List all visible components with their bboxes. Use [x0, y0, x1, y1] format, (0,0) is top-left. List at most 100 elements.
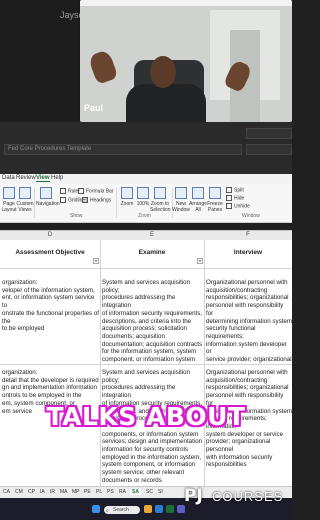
freeze-panes-button[interactable]: Freeze Panes — [206, 187, 224, 213]
sheet-tab-cm[interactable]: CM — [15, 489, 23, 495]
tab-view[interactable]: View — [36, 175, 50, 182]
arrange-all-icon — [192, 187, 204, 199]
column-header-f[interactable]: F — [204, 232, 292, 238]
zoom-icon — [121, 187, 133, 199]
ruler-checkbox[interactable]: Ruler — [60, 188, 80, 194]
filter-dropdown-icon[interactable]: ▾ — [93, 258, 99, 264]
freeze-panes-icon — [209, 187, 221, 199]
template-field[interactable]: Fed Core Procedures Template — [4, 144, 242, 155]
ribbon-separator — [116, 188, 117, 218]
gridlines-checkbox-box — [60, 197, 66, 203]
page-layout-label: Page Layout — [1, 201, 17, 213]
hide-button[interactable]: Hide — [226, 195, 244, 201]
sheet-tab-ra[interactable]: RA — [119, 489, 126, 495]
split-button[interactable]: Split — [226, 187, 244, 193]
background-app-strip: Fed Core Procedures Template — [0, 122, 292, 174]
zoom-group-label: Zoom — [138, 213, 151, 219]
grid-line — [100, 240, 101, 486]
participant-video — [80, 0, 292, 122]
cell-row1-objective[interactable]: organization: veloper of the information… — [2, 279, 99, 363]
tab-data[interactable]: Data — [2, 175, 15, 181]
new-window-icon — [175, 187, 187, 199]
sheet-tab-si[interactable]: SI — [158, 489, 163, 495]
left-participant-tile: Jayse — [0, 0, 84, 128]
arrange-all-label: Arrange All — [189, 201, 207, 213]
cell-row1-examine[interactable]: System and services acquisition policy; … — [102, 279, 203, 363]
taskbar-search-label: Search — [113, 507, 129, 513]
grid-line — [0, 268, 292, 269]
sheet-tab-ma[interactable]: MA — [60, 489, 68, 495]
split-label: Split — [234, 187, 244, 194]
header-interview[interactable]: Interview — [204, 249, 292, 256]
zoom-100-label: 100% — [136, 201, 150, 207]
person-head — [150, 56, 176, 88]
split-icon — [226, 187, 232, 193]
ruler-checkbox-box — [60, 188, 66, 194]
ribbon-separator — [34, 188, 35, 218]
sheet-tab-mp[interactable]: MP — [72, 489, 80, 495]
file-explorer-icon[interactable] — [144, 505, 152, 513]
zoom-to-selection-label: Zoom to Selection — [150, 201, 171, 213]
teams-icon[interactable] — [177, 505, 185, 513]
dropdown-field[interactable] — [246, 128, 292, 139]
zoom-to-selection-button[interactable]: Zoom to Selection — [150, 187, 171, 213]
sheet-tab-ia[interactable]: IA — [40, 489, 45, 495]
tab-review[interactable]: Review — [16, 175, 36, 181]
tab-help[interactable]: Help — [51, 175, 63, 181]
dropdown-field-2[interactable] — [246, 144, 292, 155]
pj-courses-logo: PJ COURSES — [184, 486, 288, 506]
logo-pj-text: PJ — [184, 486, 203, 506]
navigation-label: Navigation — [36, 201, 60, 207]
unhide-button[interactable]: Unhide — [226, 203, 250, 209]
show-group-label: Show — [70, 213, 83, 219]
template-field-text: Fed Core Procedures Template — [8, 146, 92, 152]
excel-icon[interactable] — [166, 505, 174, 513]
header-assessment-objective[interactable]: Assessment Objective — [0, 249, 100, 256]
logo-courses-text: COURSES — [212, 489, 284, 504]
edge-icon[interactable] — [155, 505, 163, 513]
header-examine[interactable]: Examine — [100, 249, 204, 256]
navigation-icon — [40, 187, 52, 199]
arrange-all-button[interactable]: Arrange All — [189, 187, 207, 213]
formula-bar-label: Formula Bar — [86, 188, 114, 195]
headings-checkbox[interactable]: Headings — [82, 197, 111, 203]
custom-views-button[interactable]: Custom Views — [16, 187, 34, 213]
custom-views-icon — [19, 187, 31, 199]
taskbar-search[interactable]: ⌕ Search — [104, 506, 140, 514]
zoom-100-icon — [137, 187, 149, 199]
cell-row1-interview[interactable]: Organizational personnel with acquisitio… — [206, 279, 292, 363]
filter-dropdown-icon[interactable]: ▾ — [197, 258, 203, 264]
video-caption: TALKS ABOUT — [46, 402, 246, 431]
sheet-tab-ca[interactable]: CA — [3, 489, 10, 495]
zoom-label: Zoom — [120, 201, 134, 207]
sheet-tab-ir[interactable]: IR — [50, 489, 55, 495]
custom-views-label: Custom Views — [16, 201, 34, 213]
video-call-area: Jayse Paul — [0, 0, 292, 128]
formula-bar-checkbox[interactable]: Formula Bar — [78, 188, 114, 194]
search-icon: ⌕ — [106, 508, 109, 514]
sheet-tab-sa[interactable]: SA — [130, 489, 141, 495]
column-header-d[interactable]: D — [0, 232, 100, 238]
sheet-tab-pl[interactable]: PL — [96, 489, 102, 495]
zoom-to-selection-icon — [154, 187, 166, 199]
person-left-hand — [87, 49, 119, 85]
unhide-icon — [226, 203, 232, 209]
sheet-tab-sc[interactable]: SC — [146, 489, 153, 495]
freeze-panes-label: Freeze Panes — [207, 201, 223, 213]
unhide-label: Unhide — [234, 203, 250, 210]
column-header-e[interactable]: E — [100, 232, 204, 238]
person-torso — [126, 84, 206, 122]
sheet-tab-pe[interactable]: PE — [84, 489, 91, 495]
sheet-tab-ps[interactable]: PS — [107, 489, 114, 495]
hide-icon — [226, 195, 232, 201]
new-window-label: New Window — [172, 201, 190, 213]
grid-line — [0, 364, 292, 365]
ribbon: Page Layout Custom Views Navigation Rule… — [0, 184, 292, 223]
formula-bar-checkbox-box — [78, 188, 84, 194]
start-icon[interactable] — [92, 505, 100, 513]
spreadsheet-grid: Assessment Objective ▾ Examine ▾ Intervi… — [0, 240, 292, 486]
sheet-tab-cp[interactable]: CP — [28, 489, 35, 495]
new-window-button[interactable]: New Window — [172, 187, 190, 213]
navigation-button[interactable]: Navigation — [36, 187, 60, 207]
grid-line — [204, 240, 205, 486]
